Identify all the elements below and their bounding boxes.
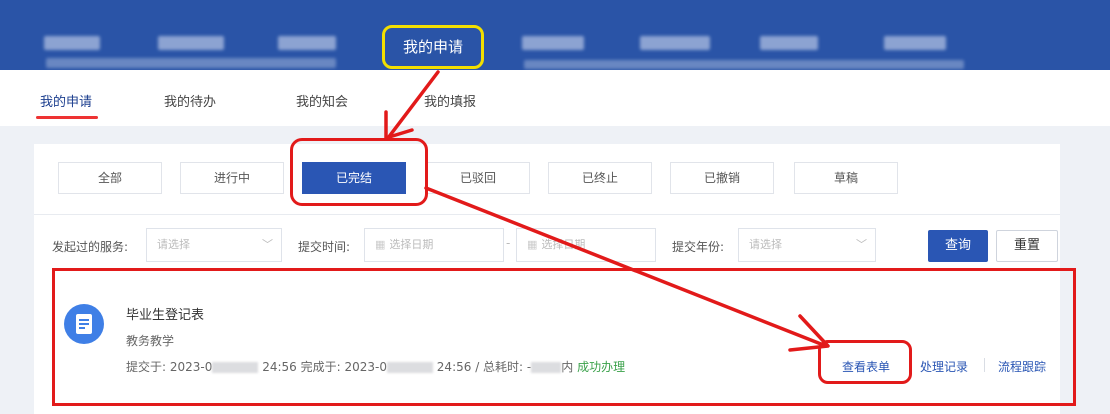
arrow-nav-to-completed — [386, 70, 440, 140]
annotation-arrows — [384, 70, 830, 352]
arrow-completed-to-view — [424, 186, 828, 348]
